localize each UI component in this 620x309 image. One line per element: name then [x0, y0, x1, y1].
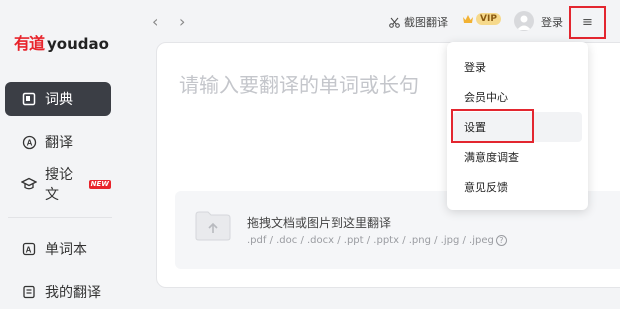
- crown-icon: [462, 14, 474, 24]
- translate-icon: A: [21, 134, 37, 150]
- sidebar-item-wordbook[interactable]: A 单词本: [5, 232, 111, 266]
- logo-cn-text: 有道: [14, 34, 45, 53]
- sidebar-divider: [8, 217, 112, 218]
- vip-label: VIP: [476, 13, 501, 25]
- document-icon: [21, 284, 37, 300]
- sidebar-item-translate[interactable]: A 翻译: [5, 125, 111, 159]
- graduation-cap-icon: [21, 176, 37, 192]
- upload-title: 拖拽文档或图片到这里翻译: [247, 216, 392, 230]
- folder-upload-icon: [195, 211, 231, 241]
- youdao-logo[interactable]: 有道 youdao: [14, 30, 109, 54]
- sidebar-item-label: 搜论文: [45, 167, 73, 203]
- menu-item-member-center[interactable]: 会员中心: [447, 82, 588, 112]
- forward-arrow-icon[interactable]: ›: [179, 12, 185, 31]
- sidebar-item-search-papers[interactable]: 搜论文 NEW: [5, 167, 111, 203]
- svg-text:A: A: [26, 138, 32, 147]
- sidebar-item-label: 单词本: [45, 242, 87, 258]
- sidebar-item-label: 翻译: [45, 135, 73, 151]
- translation-input[interactable]: 请输入要翻译的单词或长句: [179, 69, 419, 98]
- sidebar-item-label: 我的翻译: [45, 285, 101, 301]
- menu-item-feedback[interactable]: 意见反馈: [447, 172, 588, 202]
- sidebar-item-dictionary[interactable]: 词典: [5, 82, 111, 116]
- hamburger-icon: ≡: [582, 15, 593, 30]
- sidebar: 有道 youdao 词典 A 翻译 搜论文 NEW A 单词本 我的翻译: [0, 0, 120, 309]
- vip-button[interactable]: VIP: [462, 13, 501, 25]
- wordbook-icon: A: [21, 241, 37, 257]
- login-link[interactable]: 登录: [541, 14, 563, 30]
- sidebar-item-my-translations[interactable]: 我的翻译: [5, 275, 111, 309]
- svg-text:A: A: [26, 246, 32, 255]
- menu-item-login[interactable]: 登录: [447, 52, 588, 82]
- sidebar-item-label: 词典: [45, 92, 73, 108]
- help-icon[interactable]: ?: [495, 235, 507, 246]
- menu-button[interactable]: ≡: [569, 6, 606, 39]
- upload-formats: .pdf / .doc / .docx / .ppt / .pptx / .pn…: [247, 235, 507, 246]
- screenshot-translate-label: 截图翻译: [404, 16, 448, 29]
- new-badge: NEW: [88, 179, 111, 189]
- scissors-icon: [389, 17, 400, 28]
- upload-formats-text: .pdf / .doc / .docx / .ppt / .pptx / .pn…: [247, 235, 494, 246]
- logo-en-text: youdao: [47, 35, 109, 53]
- avatar[interactable]: [514, 11, 534, 31]
- book-icon: [21, 91, 37, 107]
- settings-highlight-box: [451, 109, 534, 143]
- menu-item-satisfaction-survey[interactable]: 满意度调查: [447, 142, 588, 172]
- back-arrow-icon[interactable]: ‹: [152, 12, 158, 31]
- screenshot-translate-button[interactable]: 截图翻译: [389, 14, 448, 30]
